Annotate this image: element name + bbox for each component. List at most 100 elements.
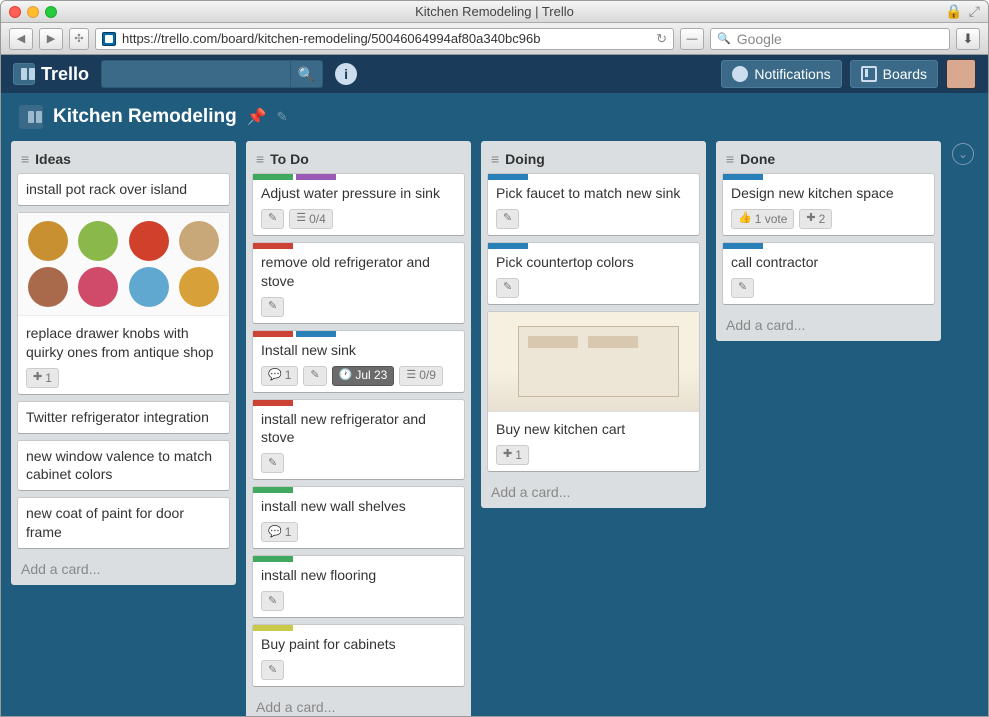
- card-text: Buy new kitchen cart: [496, 420, 691, 439]
- knob-image: [179, 267, 219, 307]
- boards-button[interactable]: Boards: [850, 60, 938, 88]
- app-search-button[interactable]: 🔍: [291, 60, 323, 88]
- card-text: install pot rack over island: [26, 180, 221, 199]
- board-header: Kitchen Remodeling 📌 ✎: [1, 93, 988, 141]
- card-labels: [253, 331, 464, 337]
- url-bar[interactable]: https://trello.com/board/kitchen-remodel…: [95, 28, 674, 50]
- list-header[interactable]: ≡Ideas: [17, 147, 230, 173]
- list: ≡DoneDesign new kitchen space👍1 vote✚2ca…: [716, 141, 941, 341]
- board-title: Kitchen Remodeling: [53, 106, 237, 128]
- card-text: install new refrigerator and stove: [261, 410, 456, 448]
- label-green: [253, 556, 293, 562]
- label-blue: [723, 174, 763, 180]
- badge-pencil: ✎: [261, 209, 284, 229]
- label-red: [253, 243, 293, 249]
- list-header[interactable]: ≡Doing: [487, 147, 700, 173]
- label-purple: [296, 174, 336, 180]
- add-card-link[interactable]: Add a card...: [487, 478, 700, 500]
- pencil-icon: ✎: [268, 594, 277, 609]
- trello-app: Trello 🔍 i Notifications Boards: [1, 55, 988, 716]
- app-search-input[interactable]: [101, 60, 291, 88]
- card[interactable]: call contractor✎: [722, 242, 935, 305]
- card-badges: ✎: [261, 591, 456, 611]
- back-button[interactable]: ◀: [9, 28, 33, 50]
- card[interactable]: install new flooring✎: [252, 555, 465, 618]
- list-title: To Do: [270, 151, 309, 167]
- card-labels: [488, 174, 699, 180]
- knob-image: [129, 267, 169, 307]
- card-labels: [253, 556, 464, 562]
- logo[interactable]: Trello: [13, 63, 89, 85]
- card[interactable]: replace drawer knobs with quirky ones fr…: [17, 212, 230, 395]
- card[interactable]: Pick countertop colors✎: [487, 242, 700, 305]
- badge-pencil: ✎: [261, 297, 284, 317]
- card[interactable]: install new wall shelves💬1: [252, 486, 465, 549]
- card[interactable]: Twitter refrigerator integration: [17, 401, 230, 434]
- pencil-icon: ✎: [503, 211, 512, 226]
- label-blue: [296, 331, 336, 337]
- reload-icon[interactable]: ↻: [656, 31, 667, 47]
- card[interactable]: install new refrigerator and stove✎: [252, 399, 465, 481]
- pencil-icon: ✎: [268, 211, 277, 226]
- badge-text: 0/9: [419, 367, 436, 383]
- card[interactable]: install pot rack over island: [17, 173, 230, 206]
- downloads-button[interactable]: ⬇: [956, 28, 980, 50]
- card-badges: ✚1: [26, 368, 221, 388]
- reader-button[interactable]: —: [680, 28, 704, 50]
- card-labels: [253, 487, 464, 493]
- add-card-link[interactable]: Add a card...: [722, 311, 935, 333]
- label-red: [253, 331, 293, 337]
- list-header[interactable]: ≡Done: [722, 147, 935, 173]
- board-menu-button[interactable]: ⌄: [952, 143, 974, 165]
- card-labels: [723, 174, 934, 180]
- card-badges: ✎: [261, 297, 456, 317]
- card[interactable]: Design new kitchen space👍1 vote✚2: [722, 173, 935, 236]
- thumb-icon: 👍: [738, 211, 752, 226]
- card[interactable]: remove old refrigerator and stove✎: [252, 242, 465, 324]
- bookmark-button[interactable]: ✣: [69, 28, 89, 50]
- check-icon: ☰: [406, 368, 416, 383]
- knob-image: [179, 221, 219, 261]
- list: ≡Ideas install pot rack over island replac…: [11, 141, 236, 585]
- star-icon[interactable]: 📌: [247, 107, 267, 127]
- avatar[interactable]: [946, 59, 976, 89]
- card[interactable]: Buy new kitchen cart✚1: [487, 311, 700, 472]
- titlebar: Kitchen Remodeling | Trello 🔒 ⤢: [1, 1, 988, 23]
- logo-text: Trello: [41, 64, 89, 85]
- label-blue: [723, 243, 763, 249]
- card-labels: [253, 243, 464, 249]
- edit-board-icon[interactable]: ✎: [277, 109, 288, 125]
- grip-icon: ≡: [21, 152, 29, 166]
- card[interactable]: new coat of paint for door frame: [17, 497, 230, 549]
- browser-search[interactable]: 🔍 Google: [710, 28, 950, 50]
- label-green: [253, 174, 293, 180]
- pencil-icon: ✎: [738, 280, 747, 295]
- forward-button[interactable]: ▶: [39, 28, 63, 50]
- grip-icon: ≡: [726, 152, 734, 166]
- knob-image: [28, 221, 68, 261]
- card[interactable]: new window valence to match cabinet colo…: [17, 440, 230, 492]
- info-button[interactable]: i: [335, 63, 357, 85]
- header-right: Notifications Boards: [721, 59, 976, 89]
- label-red: [253, 400, 293, 406]
- notifications-button[interactable]: Notifications: [721, 60, 841, 88]
- comment-icon: 💬: [268, 525, 282, 540]
- card-text: new coat of paint for door frame: [26, 504, 221, 542]
- badge-clock: 🕐Jul 23: [332, 366, 395, 386]
- pencil-icon: ✎: [268, 299, 277, 314]
- card[interactable]: Adjust water pressure in sink✎☰0/4: [252, 173, 465, 236]
- app-header: Trello 🔍 i Notifications Boards: [1, 55, 988, 93]
- label-yellow: [253, 625, 293, 631]
- plus-icon: ✚: [806, 211, 815, 226]
- pencil-icon: ✎: [503, 280, 512, 295]
- card[interactable]: Buy paint for cabinets✎: [252, 624, 465, 687]
- card-text: install new wall shelves: [261, 497, 456, 516]
- label-blue: [488, 174, 528, 180]
- card[interactable]: Install new sink💬1✎🕐Jul 23☰0/9: [252, 330, 465, 393]
- list-header[interactable]: ≡To Do: [252, 147, 465, 173]
- card[interactable]: Pick faucet to match new sink✎: [487, 173, 700, 236]
- add-card-link[interactable]: Add a card...: [17, 555, 230, 577]
- knob-image: [78, 267, 118, 307]
- card-badges: ✎: [261, 660, 456, 680]
- add-card-link[interactable]: Add a card...: [252, 693, 465, 715]
